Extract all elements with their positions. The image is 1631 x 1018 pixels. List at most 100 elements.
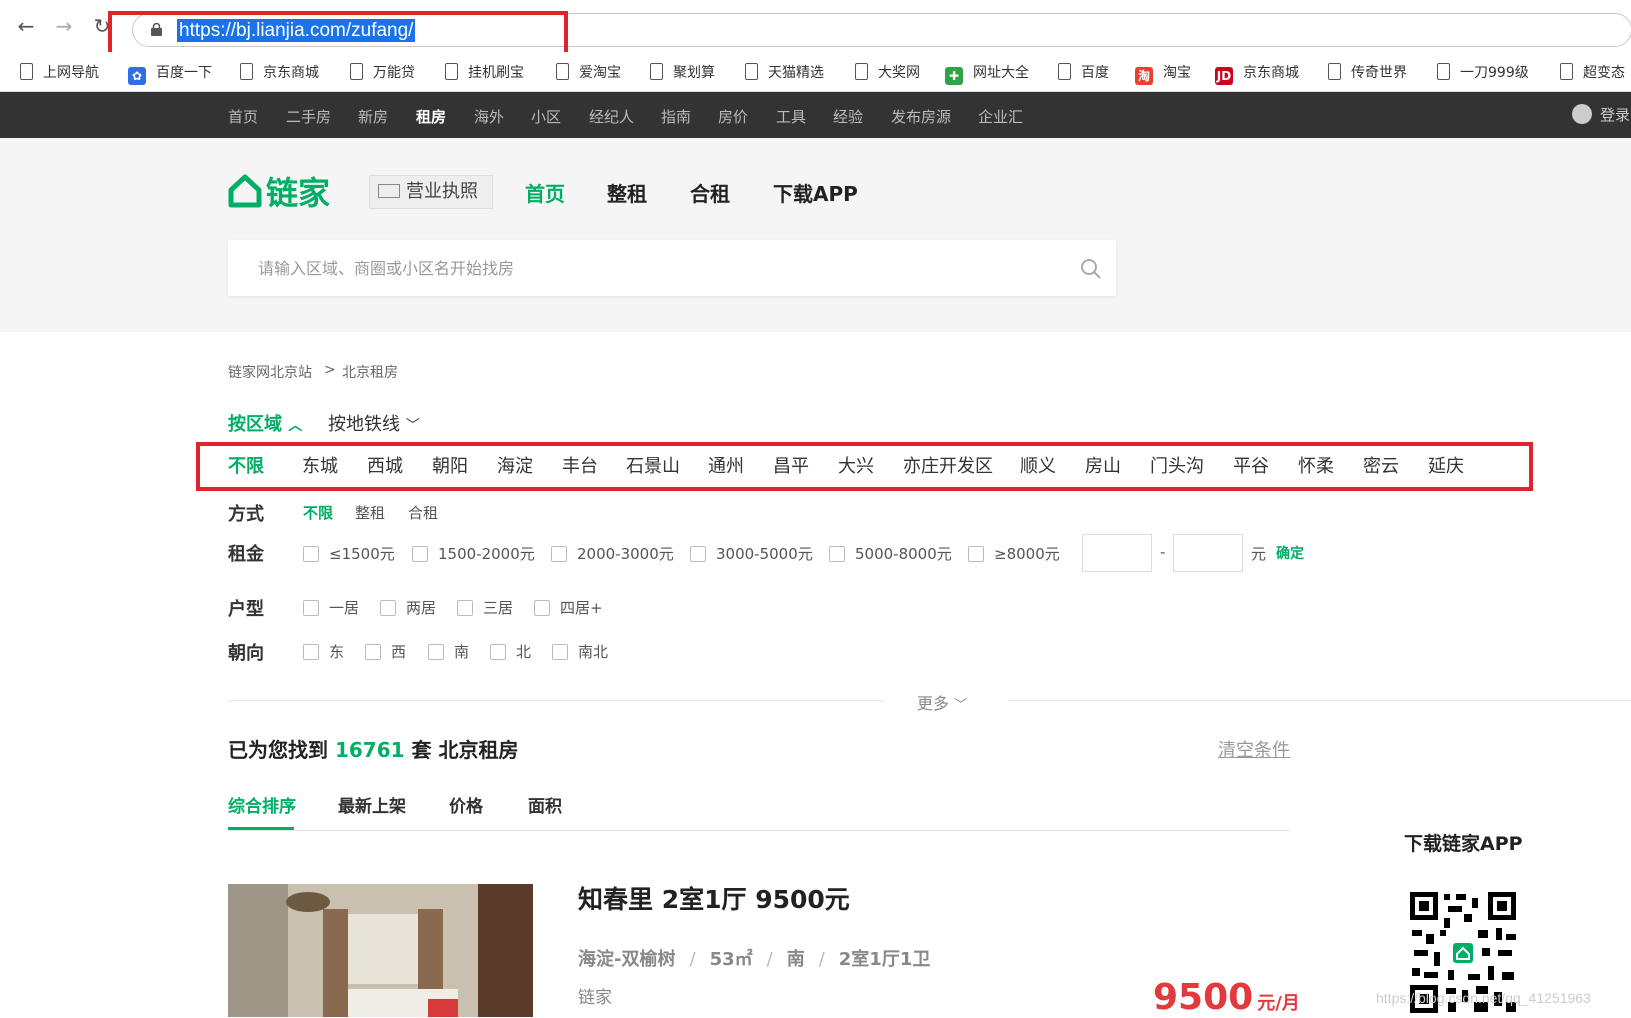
forward-icon[interactable]: →	[52, 14, 76, 38]
checkbox[interactable]	[412, 546, 428, 562]
district-item[interactable]: 怀柔	[1298, 452, 1334, 478]
filter-tab-by-subway[interactable]: 按地铁线 ﹀	[328, 410, 420, 436]
checkbox[interactable]	[490, 644, 506, 660]
topnav-item-overseas[interactable]: 海外	[474, 106, 504, 127]
orientation-option[interactable]: 南	[428, 641, 469, 662]
more-filters-toggle[interactable]: 更多 ﹀	[917, 690, 967, 714]
bookmark-item[interactable]: ✚ 网址大全	[945, 62, 1029, 85]
rent-option[interactable]: 1500-2000元	[412, 543, 535, 564]
topnav-item-enterprise[interactable]: 企业汇	[978, 106, 1023, 127]
bookmark-item[interactable]: 爱淘宝	[556, 62, 621, 82]
topnav-item-ershoufang[interactable]: 二手房	[286, 106, 331, 127]
header-nav-download-app[interactable]: 下载APP	[773, 178, 858, 207]
district-item[interactable]: 顺义	[1020, 452, 1056, 478]
topnav-item-tools[interactable]: 工具	[776, 106, 806, 127]
orientation-option[interactable]: 南北	[552, 641, 608, 662]
district-item[interactable]: 通州	[708, 452, 744, 478]
sort-tab-default[interactable]: 综合排序	[228, 792, 296, 817]
checkbox[interactable]	[303, 600, 319, 616]
sort-tab-newest[interactable]: 最新上架	[338, 792, 406, 817]
checkbox[interactable]	[690, 546, 706, 562]
district-item[interactable]: 海淀	[497, 452, 533, 478]
topnav-item-xinfang[interactable]: 新房	[358, 106, 388, 127]
filter-tab-by-area[interactable]: 按区域 ︿	[228, 410, 302, 436]
checkbox[interactable]	[551, 546, 567, 562]
bookmark-item[interactable]: 超变态	[1560, 62, 1625, 82]
checkbox[interactable]	[534, 600, 550, 616]
checkbox[interactable]	[457, 600, 473, 616]
rent-option[interactable]: 3000-5000元	[690, 543, 813, 564]
district-item[interactable]: 石景山	[626, 452, 680, 478]
lianjia-logo[interactable]: 链家	[228, 168, 330, 214]
bookmark-item[interactable]: ✿ 百度一下	[128, 62, 212, 85]
layout-option[interactable]: 四居+	[534, 597, 603, 618]
price-confirm-button[interactable]: 确定	[1276, 543, 1304, 563]
search-icon[interactable]	[1080, 258, 1102, 280]
topnav-item-publish[interactable]: 发布房源	[891, 106, 951, 127]
district-item[interactable]: 丰台	[562, 452, 598, 478]
orientation-option[interactable]: 东	[303, 641, 344, 662]
license-button[interactable]: 营业执照	[369, 175, 493, 209]
bookmark-item[interactable]: 上网导航	[20, 62, 99, 82]
district-item[interactable]: 平谷	[1233, 452, 1269, 478]
breadcrumb-item[interactable]: 链家网北京站	[228, 362, 312, 382]
district-item[interactable]: 密云	[1363, 452, 1399, 478]
district-item[interactable]: 不限	[228, 452, 264, 478]
topnav-item-zufang[interactable]: 租房	[416, 106, 446, 127]
bookmark-item[interactable]: 天猫精选	[745, 62, 824, 82]
header-nav-home[interactable]: 首页	[525, 178, 565, 207]
checkbox[interactable]	[968, 546, 984, 562]
checkbox[interactable]	[303, 546, 319, 562]
price-min-input[interactable]	[1082, 534, 1152, 572]
checkbox[interactable]	[829, 546, 845, 562]
rent-option[interactable]: ≤1500元	[303, 543, 395, 564]
bookmark-item[interactable]: JD 京东商城	[1215, 62, 1299, 85]
checkbox[interactable]	[380, 600, 396, 616]
mode-option-hezu[interactable]: 合租	[408, 502, 438, 523]
district-item[interactable]: 房山	[1085, 452, 1121, 478]
listing-title[interactable]: 知春里 2室1厅 9500元	[578, 880, 850, 916]
mode-option-any[interactable]: 不限	[303, 502, 333, 523]
topnav-item-price[interactable]: 房价	[718, 106, 748, 127]
sort-tab-area[interactable]: 面积	[528, 792, 562, 817]
orientation-option[interactable]: 西	[365, 641, 406, 662]
checkbox[interactable]	[365, 644, 381, 660]
layout-option[interactable]: 两居	[380, 597, 436, 618]
rent-option[interactable]: ≥8000元	[968, 543, 1060, 564]
checkbox[interactable]	[428, 644, 444, 660]
bookmark-item[interactable]: 挂机刷宝	[445, 62, 524, 82]
back-icon[interactable]: ←	[14, 14, 38, 38]
price-max-input[interactable]	[1173, 534, 1243, 572]
bookmark-item[interactable]: 京东商城	[240, 62, 319, 82]
header-nav-zhengzu[interactable]: 整租	[607, 178, 647, 207]
bookmark-item[interactable]: 一刀999级	[1437, 62, 1529, 82]
header-nav-hezu[interactable]: 合租	[690, 178, 730, 207]
login-link[interactable]: 登录	[1572, 104, 1630, 125]
mode-option-zhengzu[interactable]: 整租	[355, 502, 385, 523]
topnav-item-xiaoqu[interactable]: 小区	[531, 106, 561, 127]
layout-option[interactable]: 三居	[457, 597, 513, 618]
district-item[interactable]: 东城	[302, 452, 338, 478]
bookmark-item[interactable]: 万能贷	[350, 62, 415, 82]
topnav-item-agent[interactable]: 经纪人	[589, 106, 634, 127]
clear-filters-link[interactable]: 清空条件	[1218, 736, 1290, 762]
sort-tab-price[interactable]: 价格	[449, 792, 483, 817]
district-item[interactable]: 门头沟	[1150, 452, 1204, 478]
bookmark-item[interactable]: 聚划算	[650, 62, 715, 82]
bookmark-item[interactable]: 大奖网	[855, 62, 920, 82]
listing-photo[interactable]	[228, 884, 533, 1017]
bookmark-item[interactable]: 淘淘宝	[1135, 62, 1191, 85]
district-item[interactable]: 大兴	[838, 452, 874, 478]
orientation-option[interactable]: 北	[490, 641, 531, 662]
topnav-item-guide[interactable]: 指南	[661, 106, 691, 127]
bookmark-item[interactable]: 传奇世界	[1328, 62, 1407, 82]
checkbox[interactable]	[303, 644, 319, 660]
rent-option[interactable]: 5000-8000元	[829, 543, 952, 564]
search-input[interactable]	[228, 240, 1068, 296]
checkbox[interactable]	[552, 644, 568, 660]
district-item[interactable]: 昌平	[773, 452, 809, 478]
district-item[interactable]: 延庆	[1428, 452, 1464, 478]
district-item[interactable]: 西城	[367, 452, 403, 478]
rent-option[interactable]: 2000-3000元	[551, 543, 674, 564]
topnav-item-home[interactable]: 首页	[228, 106, 258, 127]
